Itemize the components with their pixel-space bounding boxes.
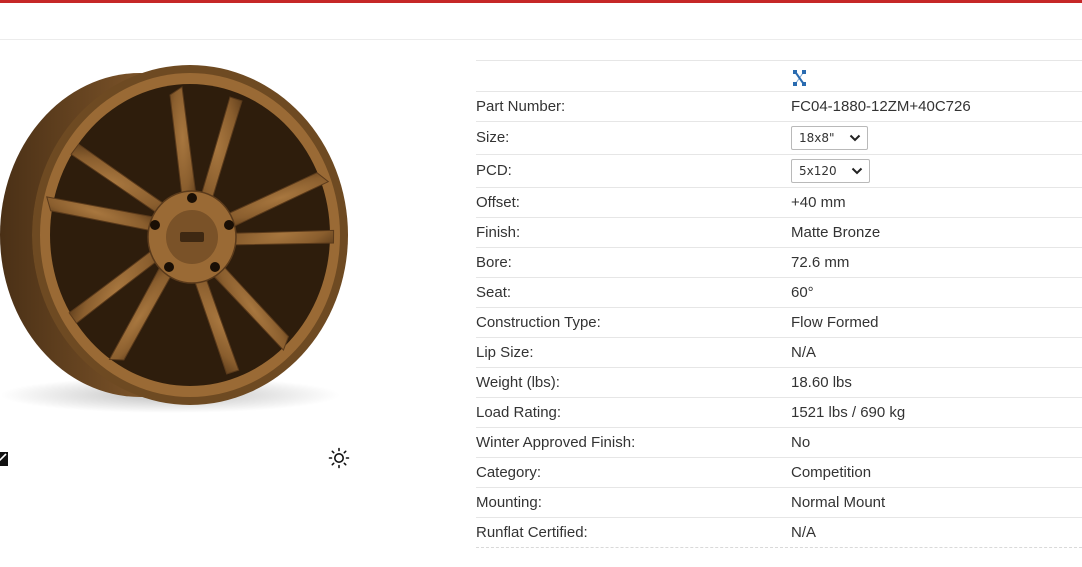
spec-value: Competition (791, 464, 872, 481)
spec-row-size: Size: 18x8" (476, 122, 1082, 155)
spec-label: PCD: (476, 162, 512, 179)
chevron-down-icon (849, 134, 861, 142)
spec-row-mounting: Mounting: Normal Mount (476, 488, 1082, 518)
edit-icon[interactable] (0, 450, 10, 468)
spec-row-finish: Finish: Matte Bronze (476, 218, 1082, 248)
spec-row-bore: Bore: 72.6 mm (476, 248, 1082, 278)
spec-row-construction-type: Construction Type: Flow Formed (476, 308, 1082, 338)
spec-row-pcd: PCD: 5x120 (476, 155, 1082, 188)
spec-label: Construction Type: (476, 314, 601, 331)
spec-value: N/A (791, 524, 817, 541)
brand-logo-row (476, 61, 1082, 92)
spec-label: Weight (lbs): (476, 374, 560, 391)
spec-row-part-number: Part Number: FC04-1880-12ZM+40C726 (476, 92, 1082, 122)
spec-value: No (791, 434, 811, 451)
spec-value: Matte Bronze (791, 224, 881, 241)
spec-row-load-rating: Load Rating: 1521 lbs / 690 kg (476, 398, 1082, 428)
size-select[interactable]: 18x8" (791, 126, 868, 150)
product-image[interactable] (0, 55, 360, 425)
spec-table: Part Number: FC04-1880-12ZM+40C726 Size:… (476, 60, 1082, 548)
spec-label: Category: (476, 464, 542, 481)
chevron-down-icon (851, 167, 863, 175)
size-selected-value: 18x8" (799, 131, 835, 145)
top-accent-bar (0, 0, 1082, 3)
spec-row-runflat-certified: Runflat Certified: N/A (476, 518, 1082, 548)
spec-label: Part Number: (476, 98, 566, 115)
spec-label: Mounting: (476, 494, 542, 511)
spec-label: Lip Size: (476, 344, 534, 361)
spec-label: Load Rating: (476, 404, 562, 421)
brand-logo-icon (791, 68, 809, 88)
spec-label: Runflat Certified: (476, 524, 588, 541)
spec-value: Normal Mount (791, 494, 886, 511)
spec-label: Winter Approved Finish: (476, 434, 636, 451)
spec-value: N/A (791, 344, 817, 361)
pcd-select[interactable]: 5x120 (791, 159, 870, 183)
spec-row-offset: Offset: +40 mm (476, 188, 1082, 218)
spec-row-category: Category: Competition (476, 458, 1082, 488)
wheel-illustration (0, 65, 348, 413)
spec-row-seat: Seat: 60° (476, 278, 1082, 308)
spec-row-winter-approved-finish: Winter Approved Finish: No (476, 428, 1082, 458)
spec-row-lip-size: Lip Size: N/A (476, 338, 1082, 368)
spec-value: 72.6 mm (791, 254, 850, 271)
pcd-selected-value: 5x120 (799, 164, 837, 178)
spec-label: Seat: (476, 284, 512, 301)
spec-label: Offset: (476, 194, 520, 211)
spec-value: 1521 lbs / 690 kg (791, 404, 906, 421)
spec-value: 18.60 lbs (791, 374, 852, 391)
spec-label: Bore: (476, 254, 512, 271)
spec-label: Finish: (476, 224, 521, 241)
sun-icon[interactable] (328, 447, 350, 469)
spec-label: Size: (476, 129, 510, 146)
spec-value: 60° (791, 284, 814, 301)
spec-value: Flow Formed (791, 314, 879, 331)
spec-value: FC04-1880-12ZM+40C726 (791, 98, 971, 115)
spec-value: +40 mm (791, 194, 846, 211)
spec-row-weight: Weight (lbs): 18.60 lbs (476, 368, 1082, 398)
header-divider (0, 39, 1082, 40)
